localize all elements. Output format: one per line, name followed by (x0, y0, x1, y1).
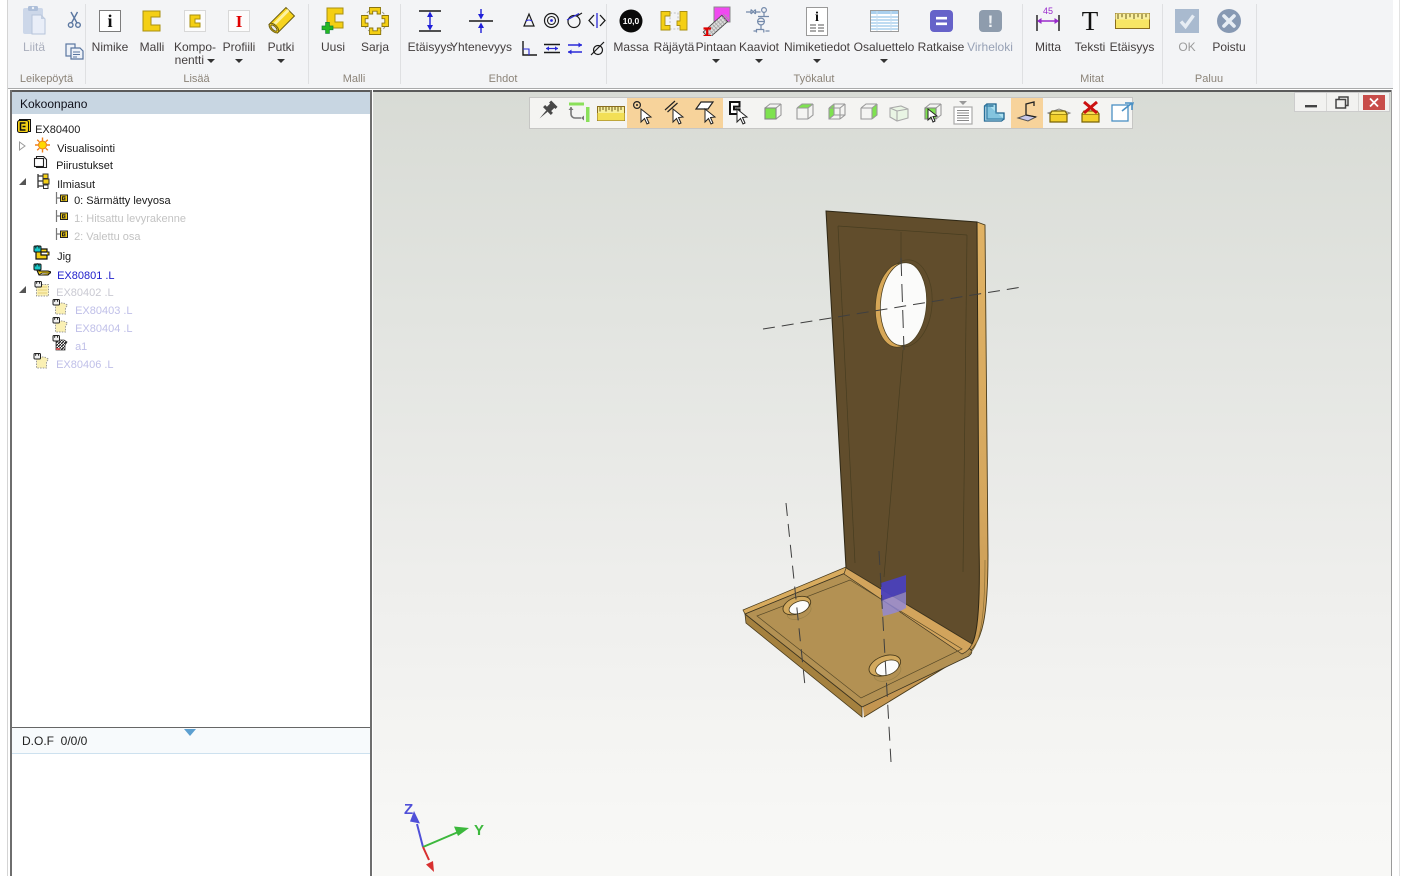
svg-text:Y: Y (474, 822, 484, 839)
svg-text:45: 45 (1043, 7, 1053, 16)
svg-text:Z: Z (404, 801, 413, 818)
svg-text:i: i (815, 10, 819, 25)
svg-text:I: I (236, 12, 243, 31)
svg-text:10,0: 10,0 (623, 16, 640, 26)
svg-text:i: i (107, 11, 112, 31)
svg-text:!: ! (987, 12, 993, 31)
svg-text:T: T (1082, 8, 1099, 34)
